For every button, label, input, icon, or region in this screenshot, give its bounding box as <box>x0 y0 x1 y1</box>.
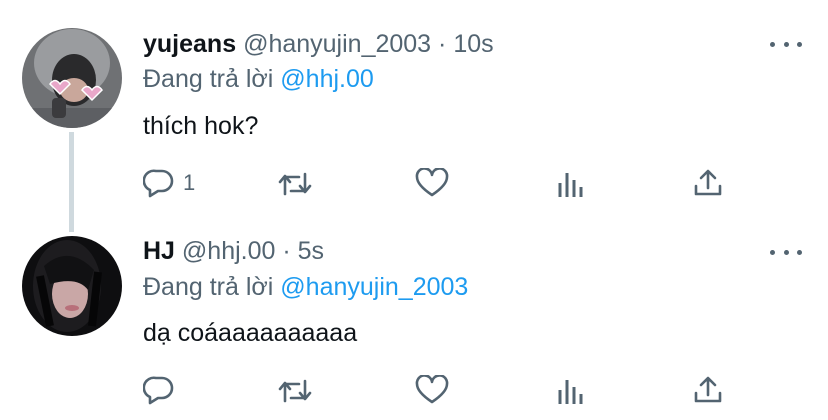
replying-prefix: Đang trả lời <box>143 273 274 301</box>
mention-link[interactable]: @hhj.00 <box>280 65 374 93</box>
more-options-icon[interactable] <box>770 36 802 52</box>
separator-dot: · <box>438 30 447 58</box>
replying-to: Đang trả lời @hanyujin_2003 <box>143 272 468 302</box>
reply-icon <box>143 376 174 405</box>
share-button[interactable] <box>693 168 723 198</box>
analytics-icon <box>558 380 583 404</box>
reply-icon <box>143 169 174 198</box>
user-handle[interactable]: @hanyujin_2003 <box>243 30 431 58</box>
display-name[interactable]: HJ <box>143 237 175 265</box>
reply-button[interactable]: 1 <box>143 168 195 198</box>
display-name[interactable]: yujeans <box>143 30 236 58</box>
retweet-icon <box>278 172 312 196</box>
timestamp[interactable]: 10s <box>453 30 493 58</box>
like-button[interactable] <box>415 168 449 198</box>
more-options-icon[interactable] <box>770 244 802 260</box>
like-icon <box>415 168 449 197</box>
analytics-icon <box>558 173 583 197</box>
replying-to: Đang trả lời @hhj.00 <box>143 64 374 94</box>
user-handle[interactable]: @hhj.00 <box>182 237 276 265</box>
separator-dot: · <box>282 237 291 265</box>
tweet-header: HJ @hhj.00 · 5s <box>143 236 324 266</box>
share-button[interactable] <box>693 375 723 405</box>
analytics-button[interactable] <box>556 377 586 405</box>
like-icon <box>415 375 449 404</box>
replying-prefix: Đang trả lời <box>143 65 274 93</box>
like-button[interactable] <box>415 375 449 405</box>
share-icon <box>694 169 722 196</box>
tweet-text: thích hok? <box>143 112 259 140</box>
timestamp[interactable]: 5s <box>298 237 324 265</box>
retweet-button[interactable] <box>277 377 313 405</box>
retweet-button[interactable] <box>277 170 313 198</box>
retweet-icon <box>278 379 312 403</box>
analytics-button[interactable] <box>556 170 586 198</box>
reply-count: 1 <box>183 170 196 195</box>
tweet-header: yujeans @hanyujin_2003 · 10s <box>143 29 494 59</box>
share-icon <box>694 376 722 403</box>
mention-link[interactable]: @hanyujin_2003 <box>280 273 468 301</box>
avatar[interactable] <box>22 28 122 128</box>
avatar[interactable] <box>22 236 122 336</box>
tweet-text: dạ coáaaaaaaaaaa <box>143 319 358 347</box>
thread-connector-line <box>69 132 74 232</box>
reply-button[interactable] <box>143 375 183 405</box>
